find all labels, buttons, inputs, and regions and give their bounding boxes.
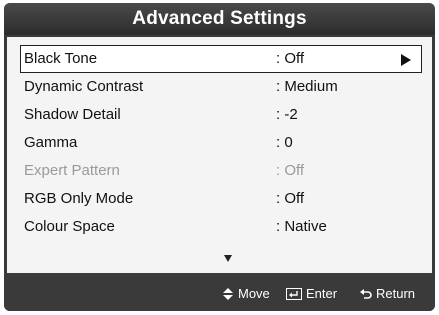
up-down-arrows-icon (223, 287, 233, 300)
triangle-right-icon (401, 54, 411, 66)
menu-item-label: Shadow Detail (24, 106, 121, 123)
return-icon (360, 288, 372, 299)
enter-hint: Enter (286, 286, 337, 301)
menu-item-label: Black Tone (24, 50, 98, 67)
dialog-title: Advanced Settings (4, 3, 435, 35)
menu-item-label: Gamma (24, 134, 78, 151)
menu-item-value: : -2 (276, 106, 298, 123)
enter-hint-label: Enter (306, 286, 338, 301)
settings-menu: Black Tone : Off Dynamic Contrast : Medi… (20, 45, 422, 241)
move-hint-label: Move (238, 286, 270, 301)
menu-item-expert-pattern: Expert Pattern : Off (20, 157, 422, 185)
move-hint: Move (222, 286, 270, 301)
advanced-settings-dialog: Advanced Settings Black Tone : Off Dynam… (4, 3, 435, 311)
enter-icon (286, 287, 302, 300)
menu-item-shadow-detail[interactable]: Shadow Detail : -2 (20, 101, 422, 129)
return-hint-label: Return (376, 286, 416, 301)
menu-item-label: Dynamic Contrast (24, 78, 144, 95)
menu-item-value: : Off (276, 162, 305, 179)
menu-item-value: : Native (276, 218, 327, 235)
menu-item-value: : Off (276, 50, 305, 67)
menu-item-value: : 0 (276, 134, 293, 151)
menu-item-label: Colour Space (24, 218, 115, 235)
menu-item-black-tone[interactable]: Black Tone : Off (20, 45, 422, 73)
menu-item-colour-space[interactable]: Colour Space : Native (20, 213, 422, 241)
return-hint: Return (360, 286, 415, 301)
menu-item-gamma[interactable]: Gamma : 0 (20, 129, 422, 157)
button-hint-bar: Move Enter Return (4, 273, 435, 311)
menu-item-value: : Off (276, 190, 305, 207)
menu-item-label: RGB Only Mode (24, 190, 134, 207)
menu-item-rgb-only-mode[interactable]: RGB Only Mode : Off (20, 185, 422, 213)
settings-panel: Black Tone : Off Dynamic Contrast : Medi… (7, 37, 432, 273)
menu-item-dynamic-contrast[interactable]: Dynamic Contrast : Medium (20, 73, 422, 101)
menu-item-label: Expert Pattern (24, 162, 120, 179)
triangle-down-icon[interactable] (224, 255, 232, 262)
menu-item-value: : Medium (276, 78, 338, 95)
